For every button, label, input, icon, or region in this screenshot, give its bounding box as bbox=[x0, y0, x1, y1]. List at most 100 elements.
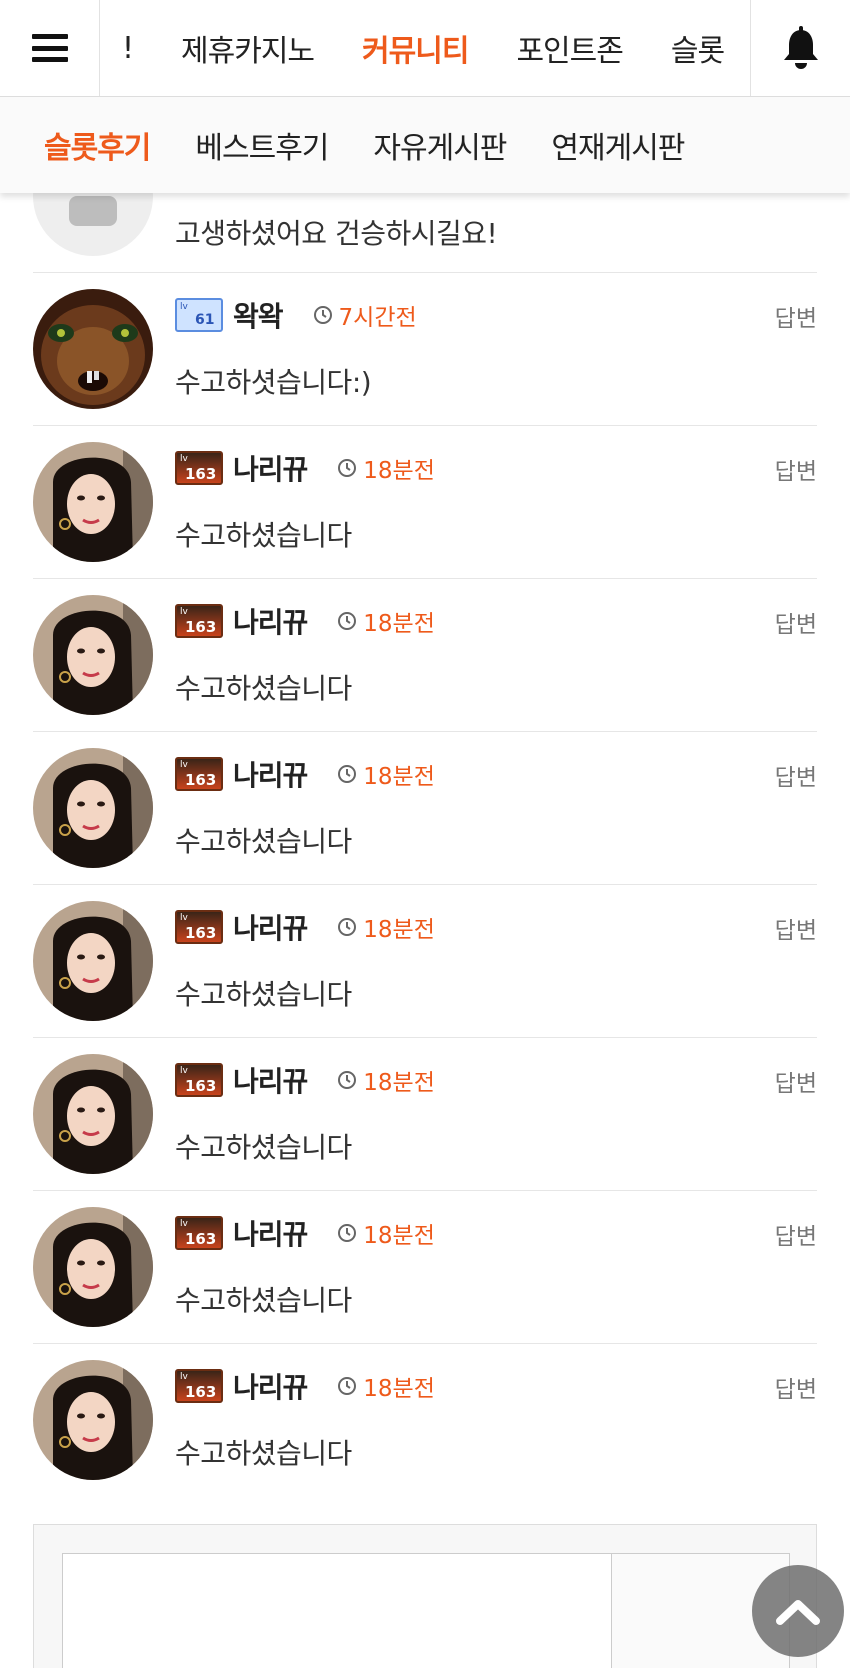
comment-username[interactable]: 왁왁 bbox=[233, 295, 284, 335]
comment-meta: lv 163 나리뀨 18분전 bbox=[175, 1060, 435, 1100]
avatar-image bbox=[33, 1054, 153, 1174]
menu-button[interactable] bbox=[0, 0, 100, 96]
reply-button[interactable]: 답변 bbox=[775, 1217, 817, 1251]
clock-icon bbox=[338, 765, 357, 783]
avatar-image bbox=[33, 289, 153, 409]
comment-text: 수고하셨습니다 bbox=[175, 825, 352, 858]
avatar bbox=[33, 1207, 153, 1327]
clock-icon bbox=[338, 918, 357, 936]
comment-item: lv 163 나리뀨 18분전 답변 수고하셨습니다 bbox=[33, 732, 817, 885]
avatar bbox=[33, 289, 153, 409]
comment-textarea[interactable] bbox=[62, 1553, 612, 1668]
bell-icon bbox=[783, 26, 818, 69]
comment-item: lv 61 왁왁 7시간전 답변 수고하셧습니다:) bbox=[33, 273, 817, 426]
comment-meta: lv 163 나리뀨 18분전 bbox=[175, 907, 435, 947]
comment-meta: lv 61 왁왁 7시간전 bbox=[175, 295, 417, 335]
top-nav: ! 제휴카지노 커뮤니티 포인트존 슬롯 bbox=[0, 0, 850, 97]
comment-time: 18분전 bbox=[337, 757, 435, 791]
clock-icon bbox=[338, 459, 357, 477]
comment-username[interactable]: 나리뀨 bbox=[233, 754, 308, 794]
comment-text: 수고하셨습니다 bbox=[175, 1284, 352, 1317]
main-nav-tabs: ! 제휴카지노 커뮤니티 포인트존 슬롯 bbox=[100, 0, 750, 96]
subnav-item-slot-review[interactable]: 슬롯후기 bbox=[44, 123, 151, 167]
comment-text: 수고하셨습니다 bbox=[175, 519, 352, 552]
chevron-up-icon bbox=[776, 1600, 820, 1625]
nav-item-notice[interactable]: ! bbox=[100, 31, 157, 66]
reply-button[interactable]: 답변 bbox=[775, 758, 817, 792]
clock-icon bbox=[338, 612, 357, 630]
comment-username[interactable]: 나리뀨 bbox=[233, 1060, 308, 1100]
comment-text: 수고하셨습니다 bbox=[175, 1437, 352, 1470]
nav-item-partner-casino[interactable]: 제휴카지노 bbox=[157, 26, 338, 70]
avatar-image bbox=[33, 901, 153, 1021]
comment-item: lv 163 나리뀨 18분전 답변 수고하셨습니다 bbox=[33, 885, 817, 1038]
nav-item-community[interactable]: 커뮤니티 bbox=[338, 26, 492, 70]
avatar bbox=[33, 901, 153, 1021]
level-badge-icon: lv 163 bbox=[175, 1369, 223, 1403]
level-badge-icon: lv 163 bbox=[175, 910, 223, 944]
comment-item: lv 163 나리뀨 18분전 답변 수고하셨습니다 bbox=[33, 1038, 817, 1191]
reply-button[interactable]: 답변 bbox=[775, 1370, 817, 1404]
comment-text: 수고하셨습니다 bbox=[175, 978, 352, 1011]
avatar bbox=[33, 595, 153, 715]
comment-time: 18분전 bbox=[337, 1063, 435, 1097]
reply-button[interactable]: 답변 bbox=[775, 452, 817, 486]
reply-button[interactable]: 답변 bbox=[775, 911, 817, 945]
avatar bbox=[33, 1054, 153, 1174]
clock-icon bbox=[338, 1071, 357, 1089]
comment-item: lv 163 나리뀨 18분전 답변 수고하셨습니다 bbox=[33, 1344, 817, 1497]
comment-username[interactable]: 나리뀨 bbox=[233, 1366, 308, 1406]
level-badge-icon: lv 163 bbox=[175, 451, 223, 485]
avatar bbox=[33, 442, 153, 562]
subnav-item-free-board[interactable]: 자유게시판 bbox=[373, 123, 507, 167]
comment-time: 18분전 bbox=[337, 604, 435, 638]
avatar bbox=[33, 1360, 153, 1480]
nav-item-slot[interactable]: 슬롯 bbox=[647, 26, 748, 70]
comment-text: 수고하셨습니다 bbox=[175, 672, 352, 705]
comment-form: 등록 bbox=[33, 1524, 817, 1668]
avatar bbox=[33, 748, 153, 868]
level-badge-icon: lv 163 bbox=[175, 1063, 223, 1097]
avatar-image bbox=[33, 442, 153, 562]
default-avatar-icon bbox=[69, 196, 117, 226]
clock-icon bbox=[338, 1377, 357, 1395]
comment-meta: lv 163 나리뀨 18분전 bbox=[175, 448, 435, 488]
reply-button[interactable]: 답변 bbox=[775, 605, 817, 639]
comment-meta: lv 163 나리뀨 18분전 bbox=[175, 1366, 435, 1406]
notifications-button[interactable] bbox=[750, 0, 850, 96]
comment-item: lv 163 나리뀨 18분전 답변 수고하셨습니다 bbox=[33, 579, 817, 732]
comment-meta: lv 163 나리뀨 18분전 bbox=[175, 754, 435, 794]
nav-item-point-zone[interactable]: 포인트존 bbox=[492, 26, 646, 70]
comment-time: 18분전 bbox=[337, 1369, 435, 1403]
level-badge-icon: lv 163 bbox=[175, 1216, 223, 1250]
comment-item: lv 163 나리뀨 18분전 답변 수고하셨습니다 bbox=[33, 1191, 817, 1344]
level-badge-icon: lv 163 bbox=[175, 757, 223, 791]
comment-item: lv 163 나리뀨 18분전 답변 수고하셨습니다 bbox=[33, 426, 817, 579]
comment-username[interactable]: 나리뀨 bbox=[233, 601, 308, 641]
scroll-top-button[interactable] bbox=[752, 1565, 844, 1657]
comment-text: 수고하셨습니다 bbox=[175, 1131, 352, 1164]
level-badge-icon: lv 163 bbox=[175, 604, 223, 638]
reply-button[interactable]: 답변 bbox=[775, 1064, 817, 1098]
subnav-item-serial-board[interactable]: 연재게시판 bbox=[551, 123, 685, 167]
comment-time: 18분전 bbox=[337, 451, 435, 485]
clock-icon bbox=[338, 1224, 357, 1242]
comment-meta: lv 163 나리뀨 18분전 bbox=[175, 601, 435, 641]
comment-text: 수고하셧습니다:) bbox=[175, 366, 372, 399]
comment-username[interactable]: 나리뀨 bbox=[233, 448, 308, 488]
level-badge-icon: lv 61 bbox=[175, 298, 223, 332]
clock-icon bbox=[313, 306, 332, 324]
avatar-image bbox=[33, 1207, 153, 1327]
comment-text: 고생하셨어요 건승하시길요! bbox=[175, 217, 498, 250]
avatar-image bbox=[33, 1360, 153, 1480]
comment-time: 7시간전 bbox=[313, 298, 417, 332]
comment-username[interactable]: 나리뀨 bbox=[233, 907, 308, 947]
hamburger-icon bbox=[31, 34, 68, 62]
comment-time: 18분전 bbox=[337, 910, 435, 944]
subnav-item-best-review[interactable]: 베스트후기 bbox=[195, 123, 329, 167]
comment-time: 18분전 bbox=[337, 1216, 435, 1250]
comment-username[interactable]: 나리뀨 bbox=[233, 1213, 308, 1253]
comment-meta: lv 163 나리뀨 18분전 bbox=[175, 1213, 435, 1253]
sub-nav: 슬롯후기 베스트후기 자유게시판 연재게시판 bbox=[0, 97, 850, 193]
reply-button[interactable]: 답변 bbox=[775, 299, 817, 333]
